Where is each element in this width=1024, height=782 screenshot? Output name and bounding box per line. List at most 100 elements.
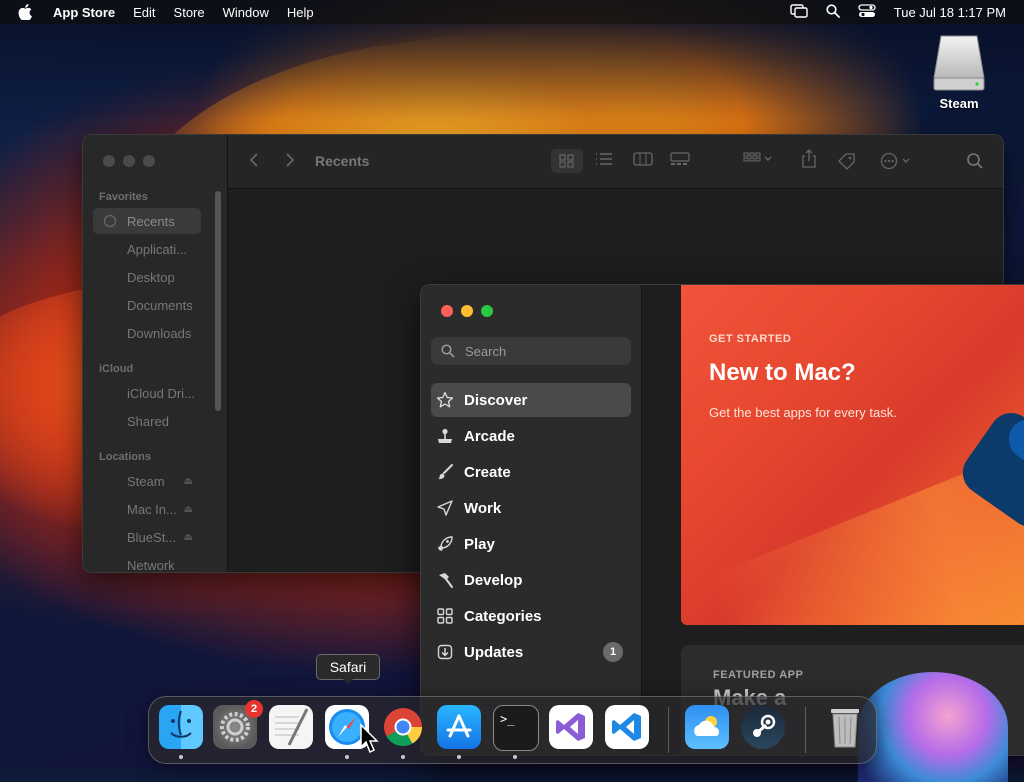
menu-store[interactable]: Store: [174, 5, 205, 20]
nav-updates[interactable]: Updates 1: [431, 635, 631, 669]
menu-help[interactable]: Help: [287, 5, 314, 20]
rocket-icon: [436, 535, 454, 553]
column-view-icon[interactable]: [633, 152, 653, 169]
dock-textedit-icon[interactable]: [269, 705, 313, 749]
finder-favorites-header: Favorites: [99, 191, 148, 203]
screen-mirroring-icon[interactable]: [790, 3, 808, 21]
nav-play[interactable]: Play: [431, 527, 631, 561]
finder-sidebar-label: Steam: [127, 473, 165, 489]
nav-label: Create: [464, 463, 511, 481]
finder-sidebar-label: Mac In...: [127, 501, 177, 517]
group-by-icon[interactable]: [743, 152, 773, 169]
finder-sidebar-steam[interactable]: Steam ⏏: [93, 468, 201, 494]
nav-work[interactable]: Work: [431, 491, 631, 525]
cloud-icon: [103, 386, 117, 400]
search-icon[interactable]: [966, 152, 984, 173]
control-center-icon[interactable]: [858, 3, 876, 21]
nav-label: Updates: [464, 643, 524, 661]
share-icon[interactable]: [801, 149, 817, 172]
dock-trash-icon[interactable]: [823, 705, 867, 749]
minimize-button[interactable]: [461, 305, 473, 317]
zoom-button[interactable]: [481, 305, 493, 317]
finder-sidebar-label: Applicati...: [127, 241, 187, 257]
eject-icon[interactable]: ⏏: [184, 532, 193, 543]
updates-count-badge: 1: [603, 642, 623, 662]
dock-separator: [805, 707, 806, 753]
spotlight-search-icon[interactable]: [826, 3, 840, 21]
finder-sidebar: Favorites Recents Applicati... Desktop D…: [83, 135, 228, 572]
nav-arcade[interactable]: Arcade: [431, 419, 631, 453]
dock-running-indicator: [457, 755, 461, 759]
finder-sidebar-desktop[interactable]: Desktop: [93, 264, 201, 290]
dock-app-store-icon[interactable]: [437, 705, 481, 749]
menu-bar: App Store Edit Store Window Help Tue Jul…: [0, 0, 1024, 24]
drive-icon: [103, 530, 117, 544]
nav-create[interactable]: Create: [431, 455, 631, 489]
finder-sidebar-label: iCloud Dri...: [127, 385, 195, 401]
icon-view-icon[interactable]: [551, 149, 583, 173]
nav-categories[interactable]: Categories: [431, 599, 631, 633]
finder-sidebar-bluestacks[interactable]: BlueSt... ⏏: [93, 524, 201, 550]
download-icon: [103, 326, 117, 340]
dock-chrome-icon[interactable]: [381, 705, 425, 749]
dock-terminal-icon[interactable]: >_: [493, 705, 539, 751]
back-chevron-icon[interactable]: [248, 152, 260, 171]
finder-sidebar-icloud-drive[interactable]: iCloud Dri...: [93, 380, 201, 406]
eject-icon[interactable]: ⏏: [184, 504, 193, 515]
clock-icon: [103, 214, 117, 228]
menu-window[interactable]: Window: [223, 5, 269, 20]
finder-zoom-button[interactable]: [143, 155, 155, 167]
dock-steam-icon[interactable]: [741, 705, 785, 749]
drive-icon: [103, 474, 117, 488]
dock: 2 >_: [148, 696, 877, 764]
nav-label: Discover: [464, 391, 528, 409]
desktop-drive-steam[interactable]: Steam: [928, 34, 990, 111]
hero-kicker: GET STARTED: [709, 333, 792, 345]
dock-visual-studio-icon[interactable]: [549, 705, 593, 749]
tag-icon[interactable]: [837, 152, 857, 173]
search-field[interactable]: Search: [431, 337, 631, 365]
menu-edit[interactable]: Edit: [133, 5, 155, 20]
dock-separator: [668, 707, 669, 753]
close-button[interactable]: [441, 305, 453, 317]
finder-sidebar-documents[interactable]: Documents: [93, 292, 201, 318]
desktop-drive-label: Steam: [939, 96, 979, 111]
finder-minimize-button[interactable]: [123, 155, 135, 167]
nav-label: Arcade: [464, 427, 515, 445]
finder-sidebar-downloads[interactable]: Downloads: [93, 320, 201, 346]
nav-label: Play: [464, 535, 495, 553]
more-actions-icon[interactable]: [880, 152, 914, 173]
finder-sidebar-label: Shared: [127, 413, 169, 429]
finder-title: Recents: [315, 153, 370, 169]
download-icon: [436, 643, 454, 661]
finder-sidebar-recents[interactable]: Recents: [93, 208, 201, 234]
finder-sidebar-applications[interactable]: Applicati...: [93, 236, 201, 262]
window-controls: [441, 305, 493, 317]
finder-sidebar-shared[interactable]: Shared: [93, 408, 201, 434]
dock-vscode-icon[interactable]: [605, 705, 649, 749]
nav-develop[interactable]: Develop: [431, 563, 631, 597]
finder-sidebar-network[interactable]: Network: [93, 552, 201, 573]
paperplane-icon: [436, 499, 454, 517]
eject-icon[interactable]: ⏏: [184, 476, 193, 487]
drive-icon: [103, 502, 117, 516]
forward-chevron-icon[interactable]: [284, 152, 296, 171]
list-view-icon[interactable]: [595, 152, 613, 169]
finder-sidebar-scrollbar[interactable]: [215, 191, 221, 411]
nav-discover[interactable]: Discover: [431, 383, 631, 417]
settings-notification-badge: 2: [245, 700, 263, 718]
menu-clock[interactable]: Tue Jul 18 1:17 PM: [894, 5, 1006, 20]
hero-banner[interactable]: GET STARTED New to Mac? Get the best app…: [681, 285, 1024, 625]
finder-sidebar-mac-installer[interactable]: Mac In... ⏏: [93, 496, 201, 522]
shared-folder-icon: [103, 414, 117, 428]
gallery-view-icon[interactable]: [670, 152, 690, 169]
apple-menu-icon[interactable]: [18, 4, 40, 20]
menu-app-name[interactable]: App Store: [53, 5, 115, 20]
finder-close-button[interactable]: [103, 155, 115, 167]
nav-label: Develop: [464, 571, 523, 589]
finder-sidebar-label: Recents: [127, 213, 175, 229]
dock-running-indicator: [401, 755, 405, 759]
dock-finder-icon[interactable]: [159, 705, 203, 749]
dock-weather-icon[interactable]: [685, 705, 729, 749]
finder-sidebar-label: Documents: [127, 297, 193, 313]
